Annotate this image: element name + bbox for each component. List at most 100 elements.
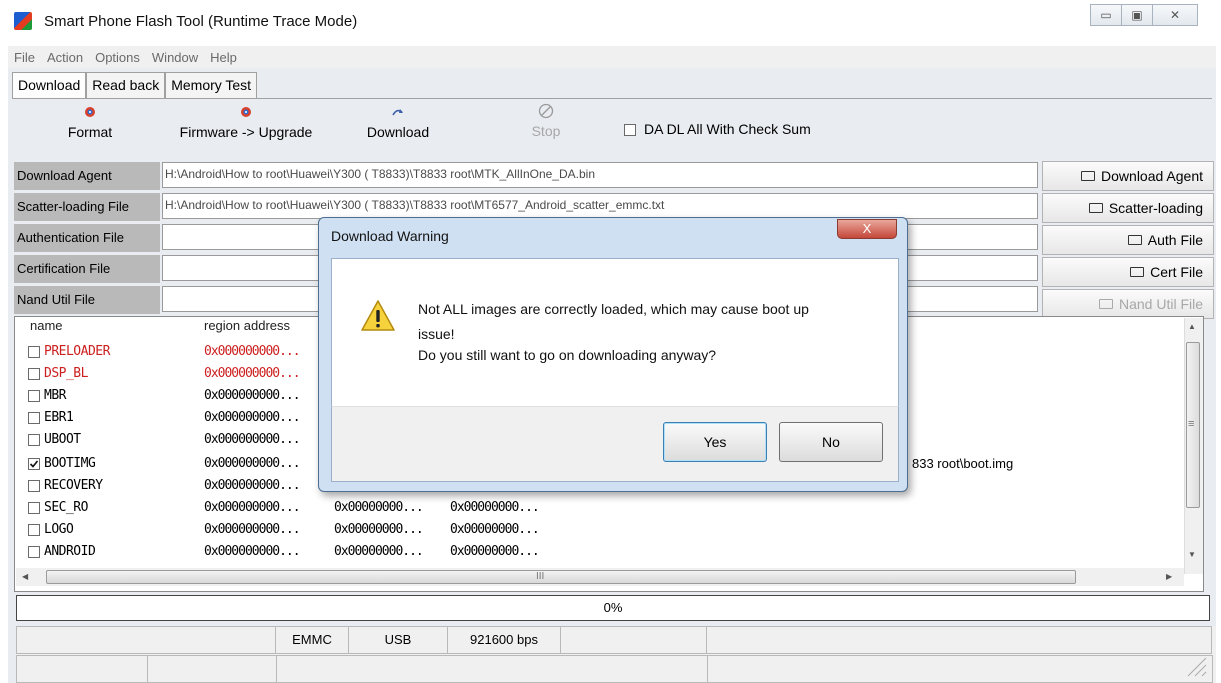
list-item-android[interactable]: ANDROID: [28, 544, 96, 559]
partition-address: 0x000000000...: [204, 432, 301, 447]
format-button[interactable]: Format: [60, 106, 120, 140]
menu-window[interactable]: Window: [146, 50, 204, 65]
partition-name: BOOTIMG: [44, 456, 96, 471]
status-port: USB: [348, 626, 448, 654]
row-checkbox[interactable]: [28, 389, 40, 402]
horizontal-scroll-thumb[interactable]: [46, 570, 1076, 584]
app-icon: [14, 12, 32, 30]
list-item-uboot[interactable]: UBOOT: [28, 432, 81, 447]
no-button[interactable]: No: [779, 422, 883, 462]
column-header-region-address[interactable]: region address: [204, 318, 290, 333]
row-checkbox[interactable]: [28, 367, 40, 380]
partition-end: 0x00000000...: [450, 500, 540, 515]
dialog-message-line-1: Not ALL images are correctly loaded, whi…: [418, 301, 809, 317]
maximize-button[interactable]: ▣: [1121, 4, 1153, 26]
row-checkbox[interactable]: [28, 501, 40, 514]
row-checkbox[interactable]: [28, 523, 40, 536]
nand-util-file-label: Nand Util File: [14, 286, 160, 314]
nand-util-file-button-label: Nand Util File: [1118, 296, 1203, 312]
download-button[interactable]: Download: [358, 106, 438, 140]
firmware-upgrade-icon: [241, 107, 251, 117]
maximize-icon: ▣: [1131, 8, 1143, 22]
tab-memory-test[interactable]: Memory Test: [165, 72, 258, 98]
row-checkbox[interactable]: [28, 345, 40, 358]
partition-name: ANDROID: [44, 544, 96, 559]
status-cell-empty: [560, 626, 707, 654]
row-checkbox[interactable]: [28, 545, 40, 558]
list-item-recovery[interactable]: RECOVERY: [28, 478, 103, 493]
minimize-button[interactable]: ▭: [1090, 4, 1122, 26]
tab-read-back[interactable]: Read back: [86, 72, 166, 98]
menu-help[interactable]: Help: [204, 50, 243, 65]
scatter-loading-button[interactable]: Scatter-loading: [1042, 193, 1214, 223]
partition-name: RECOVERY: [44, 478, 103, 493]
row-checkbox[interactable]: [28, 479, 40, 492]
dialog-body: Not ALL images are correctly loaded, whi…: [331, 258, 899, 406]
download-agent-field[interactable]: H:\Android\How to root\Huawei\Y300 ( T88…: [162, 162, 1038, 188]
stop-icon: [538, 103, 554, 119]
close-icon: X: [862, 221, 872, 236]
list-item-preloader[interactable]: PRELOADER: [28, 344, 110, 359]
partition-address: 0x000000000...: [204, 522, 301, 537]
folder-icon: [1081, 171, 1096, 181]
firmware-upgrade-label: Firmware -> Upgrade: [179, 124, 313, 140]
certification-file-label: Certification File: [14, 255, 160, 283]
firmware-upgrade-button[interactable]: Firmware -> Upgrade: [176, 106, 316, 140]
scroll-left-icon[interactable]: ◀: [22, 572, 28, 581]
download-agent-button[interactable]: Download Agent: [1042, 161, 1214, 191]
bootimg-file-path: 833 root\boot.img: [912, 456, 1014, 471]
scroll-right-icon[interactable]: ▶: [1166, 572, 1172, 581]
row-checkbox[interactable]: [28, 411, 40, 424]
cert-file-button[interactable]: Cert File: [1042, 257, 1214, 287]
cert-file-button-label: Cert File: [1150, 264, 1203, 280]
close-button[interactable]: ✕: [1152, 4, 1198, 26]
download-agent-button-label: Download Agent: [1101, 168, 1203, 184]
download-label: Download: [366, 124, 430, 140]
partition-name: PRELOADER: [44, 344, 110, 359]
scroll-up-icon[interactable]: ▲: [1188, 322, 1196, 331]
window-title: Smart Phone Flash Tool (Runtime Trace Mo…: [44, 13, 358, 30]
yes-button[interactable]: Yes: [663, 422, 767, 462]
scatter-loading-button-label: Scatter-loading: [1108, 200, 1203, 216]
list-item-logo[interactable]: LOGO: [28, 522, 74, 537]
auth-file-button[interactable]: Auth File: [1042, 225, 1214, 255]
partition-name: DSP_BL: [44, 366, 88, 381]
partition-address: 0x000000000...: [204, 344, 301, 359]
partition-address: 0x000000000...: [204, 410, 301, 425]
nand-util-file-button[interactable]: Nand Util File: [1042, 289, 1214, 319]
partition-end: 0x00000000...: [450, 522, 540, 537]
menu-options[interactable]: Options: [89, 50, 146, 65]
row-checkbox[interactable]: [28, 433, 40, 446]
status-storage: EMMC: [275, 626, 349, 654]
row-checkbox-checked[interactable]: [28, 457, 40, 470]
folder-icon: [1127, 235, 1142, 245]
list-item-dsp-bl[interactable]: DSP_BL: [28, 366, 88, 381]
scatter-loading-label: Scatter-loading File: [14, 193, 160, 221]
partition-address: 0x000000000...: [204, 500, 301, 515]
da-checksum-option[interactable]: DA DL All With Check Sum: [624, 121, 811, 137]
status-cell-empty: [147, 655, 277, 683]
list-item-ebr1[interactable]: EBR1: [28, 410, 74, 425]
menu-action[interactable]: Action: [41, 50, 89, 65]
tab-download[interactable]: Download: [12, 72, 87, 98]
menu-file[interactable]: File: [8, 50, 41, 65]
auth-file-button-label: Auth File: [1147, 232, 1203, 248]
list-item-sec-ro[interactable]: SEC_RO: [28, 500, 88, 515]
scatter-loading-field[interactable]: H:\Android\How to root\Huawei\Y300 ( T88…: [162, 193, 1038, 219]
tab-strip: Download Read back Memory Test: [12, 72, 258, 98]
partition-end: 0x00000000...: [450, 544, 540, 559]
resize-grip-icon[interactable]: [1182, 652, 1208, 678]
dialog-close-button[interactable]: X: [837, 219, 897, 239]
partition-name: MBR: [44, 388, 66, 403]
menu-bar: File Action Options Window Help: [8, 46, 1216, 68]
da-checksum-checkbox[interactable]: [624, 124, 636, 137]
scroll-down-icon[interactable]: ▼: [1188, 550, 1196, 559]
format-icon: [85, 107, 95, 117]
status-cell-empty: [16, 626, 276, 654]
list-item-bootimg[interactable]: BOOTIMG: [28, 456, 96, 471]
dialog-message-line-2: issue!: [418, 326, 455, 342]
column-header-name[interactable]: name: [30, 318, 63, 333]
stop-button[interactable]: Stop: [524, 103, 568, 139]
partition-address: 0x000000000...: [204, 366, 301, 381]
list-item-mbr[interactable]: MBR: [28, 388, 66, 403]
